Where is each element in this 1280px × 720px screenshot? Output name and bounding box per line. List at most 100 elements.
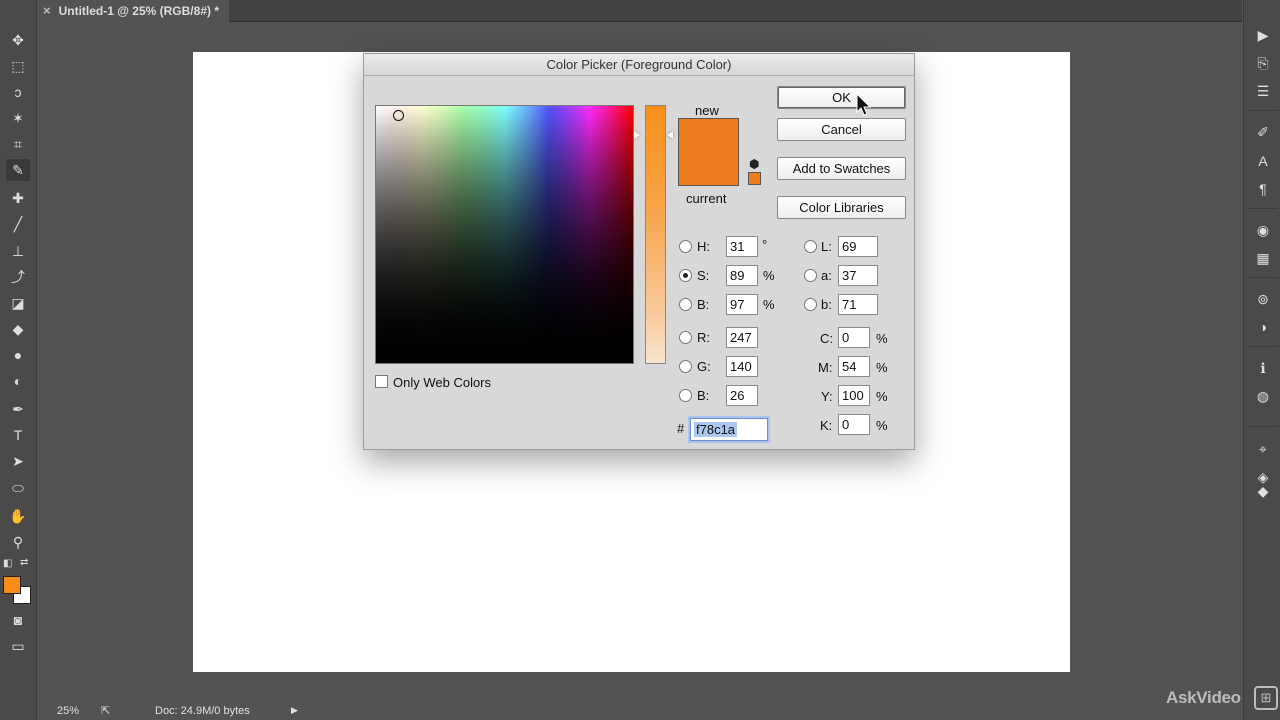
b-channel-radio[interactable] — [804, 298, 817, 311]
hand-tool-icon[interactable]: ✋ — [6, 505, 30, 527]
blue-radio[interactable] — [679, 389, 692, 402]
color-compare-box — [678, 118, 739, 186]
lasso-tool-icon[interactable]: ↄ — [6, 81, 30, 103]
only-web-colors-checkbox[interactable] — [375, 375, 388, 388]
hex-value: f78c1a — [694, 422, 738, 437]
document-tab[interactable]: × Untitled-1 @ 25% (RGB/8#) * — [37, 0, 229, 22]
green-field[interactable]: 140 — [726, 356, 758, 377]
web-safe-swatch[interactable] — [748, 172, 761, 185]
creative-cloud-icon[interactable]: ⊚ — [1251, 288, 1275, 310]
document-info: Doc: 24.9M/0 bytes — [155, 705, 250, 717]
green-radio[interactable] — [679, 360, 692, 373]
swatches-icon[interactable]: ◉ — [1251, 219, 1275, 241]
dodge-tool-icon[interactable]: ◐ — [6, 370, 30, 392]
clone-stamp-icon[interactable]: ⊥ — [6, 240, 30, 262]
blur-tool-icon[interactable]: ● — [6, 344, 30, 366]
brightness-radio[interactable] — [679, 298, 692, 311]
slider-arrow-right-icon[interactable] — [667, 131, 673, 139]
status-bar: 25% ⇱ Doc: 24.9M/0 bytes ▶ — [37, 704, 1243, 720]
default-colors-icon[interactable]: ◧ — [3, 558, 12, 569]
quick-mask-icon[interactable]: ◙ — [6, 609, 30, 631]
slider-arrow-left-icon[interactable] — [634, 131, 640, 139]
screen-mode-icon[interactable]: ▭ — [6, 635, 30, 657]
info-icon[interactable]: ℹ — [1251, 357, 1275, 379]
panel-divider — [1248, 110, 1278, 111]
lightness-field[interactable]: 69 — [838, 236, 878, 257]
hex-field[interactable]: f78c1a — [690, 418, 768, 441]
zoom-level[interactable]: 25% — [57, 705, 79, 717]
paragraph-icon[interactable]: ¶ — [1251, 178, 1275, 200]
askvideo-logo-icon: ⊞ — [1254, 686, 1278, 710]
play-icon[interactable]: ▶ — [1251, 24, 1275, 46]
history-icon[interactable]: ⎘ — [1251, 52, 1275, 74]
a-channel-radio[interactable] — [804, 269, 817, 282]
hex-label: # — [677, 421, 685, 436]
add-to-swatches-button[interactable]: Add to Swatches — [777, 157, 906, 180]
styles-icon[interactable]: ◑ — [1251, 316, 1275, 338]
pen-tool-icon[interactable]: ✒ — [6, 398, 30, 420]
black-field[interactable]: 0 — [838, 414, 870, 435]
ellipse-tool-icon[interactable]: ⬭ — [6, 477, 30, 499]
foreground-color-swatch[interactable] — [3, 576, 21, 594]
a-channel-label: a: — [821, 268, 832, 283]
yellow-label: Y: — [821, 389, 833, 404]
brush-presets-icon[interactable]: ✐ — [1251, 121, 1275, 143]
lightness-label: L: — [821, 239, 832, 254]
cyan-unit: % — [876, 331, 888, 346]
yellow-field[interactable]: 100 — [838, 385, 870, 406]
magic-wand-icon[interactable]: ✶ — [6, 107, 30, 129]
brush-tool-icon[interactable]: ╱ — [6, 213, 30, 235]
red-radio[interactable] — [679, 331, 692, 344]
crop-tool-icon[interactable]: ⌗ — [6, 133, 30, 155]
cyan-field[interactable]: 0 — [838, 327, 870, 348]
current-color-swatch[interactable] — [679, 152, 738, 185]
zoom-tool-icon[interactable]: ⚲ — [6, 531, 30, 553]
cancel-button[interactable]: Cancel — [777, 118, 906, 141]
a-channel-field[interactable]: 37 — [838, 265, 878, 286]
askvideo-watermark: AskVideo — [1166, 688, 1241, 707]
3d-icon[interactable]: ◍ — [1251, 385, 1275, 407]
grid-icon[interactable]: ▦ — [1251, 247, 1275, 269]
close-tab-icon[interactable]: × — [43, 0, 51, 22]
adjustments-icon[interactable]: ☰ — [1251, 80, 1275, 102]
swap-colors-icon[interactable]: ⇄ — [20, 557, 28, 568]
paths-icon[interactable]: ⌖ — [1251, 438, 1275, 460]
color-libraries-button[interactable]: Color Libraries — [777, 196, 906, 219]
eraser-icon[interactable]: ◪ — [6, 292, 30, 314]
document-tab-title: Untitled-1 @ 25% (RGB/8#) * — [58, 4, 219, 18]
ok-button[interactable]: OK — [777, 86, 906, 109]
layers-icon[interactable]: ◆ — [1251, 480, 1275, 502]
saturation-field[interactable]: 89 — [726, 265, 758, 286]
color-field[interactable] — [375, 105, 634, 364]
paint-bucket-icon[interactable]: ◆ — [6, 318, 30, 340]
healing-brush-icon[interactable]: ✚ — [6, 187, 30, 209]
status-menu-arrow-icon[interactable]: ▶ — [291, 705, 298, 716]
move-tool-icon[interactable]: ✥ — [6, 29, 30, 51]
color-field-marker[interactable] — [393, 110, 404, 121]
tools-panel: ✥ ⬚ ↄ ✶ ⌗ ✎ ✚ ╱ ⊥ ⤴ ◪ ◆ ● ◐ ✒ T ➤ ⬭ ✋ ⚲ … — [0, 0, 37, 720]
blue-field[interactable]: 26 — [726, 385, 758, 406]
path-selection-icon[interactable]: ➤ — [6, 450, 30, 472]
lightness-radio[interactable] — [804, 240, 817, 253]
hue-label: H: — [697, 239, 710, 254]
export-icon[interactable]: ⇱ — [101, 704, 110, 717]
history-brush-icon[interactable]: ⤴ — [6, 266, 30, 288]
hue-field[interactable]: 31 — [726, 236, 758, 257]
red-field[interactable]: 247 — [726, 327, 758, 348]
type-tool-icon[interactable]: T — [6, 424, 30, 446]
magenta-field[interactable]: 54 — [838, 356, 870, 377]
out-of-gamut-cube-icon[interactable]: ⬢ — [749, 157, 759, 171]
hue-radio[interactable] — [679, 240, 692, 253]
eyedropper-icon[interactable]: ✎ — [6, 159, 30, 181]
document-tab-bar: × Untitled-1 @ 25% (RGB/8#) * — [37, 0, 1242, 22]
yellow-unit: % — [876, 389, 888, 404]
color-slider[interactable] — [645, 105, 666, 364]
mouse-cursor-icon — [856, 93, 872, 116]
character-icon[interactable]: A — [1251, 150, 1275, 172]
brightness-field[interactable]: 97 — [726, 294, 758, 315]
marquee-tool-icon[interactable]: ⬚ — [6, 55, 30, 77]
b-channel-field[interactable]: 71 — [838, 294, 878, 315]
red-label: R: — [697, 330, 710, 345]
panel-divider — [1248, 426, 1278, 427]
saturation-radio[interactable] — [679, 269, 692, 282]
